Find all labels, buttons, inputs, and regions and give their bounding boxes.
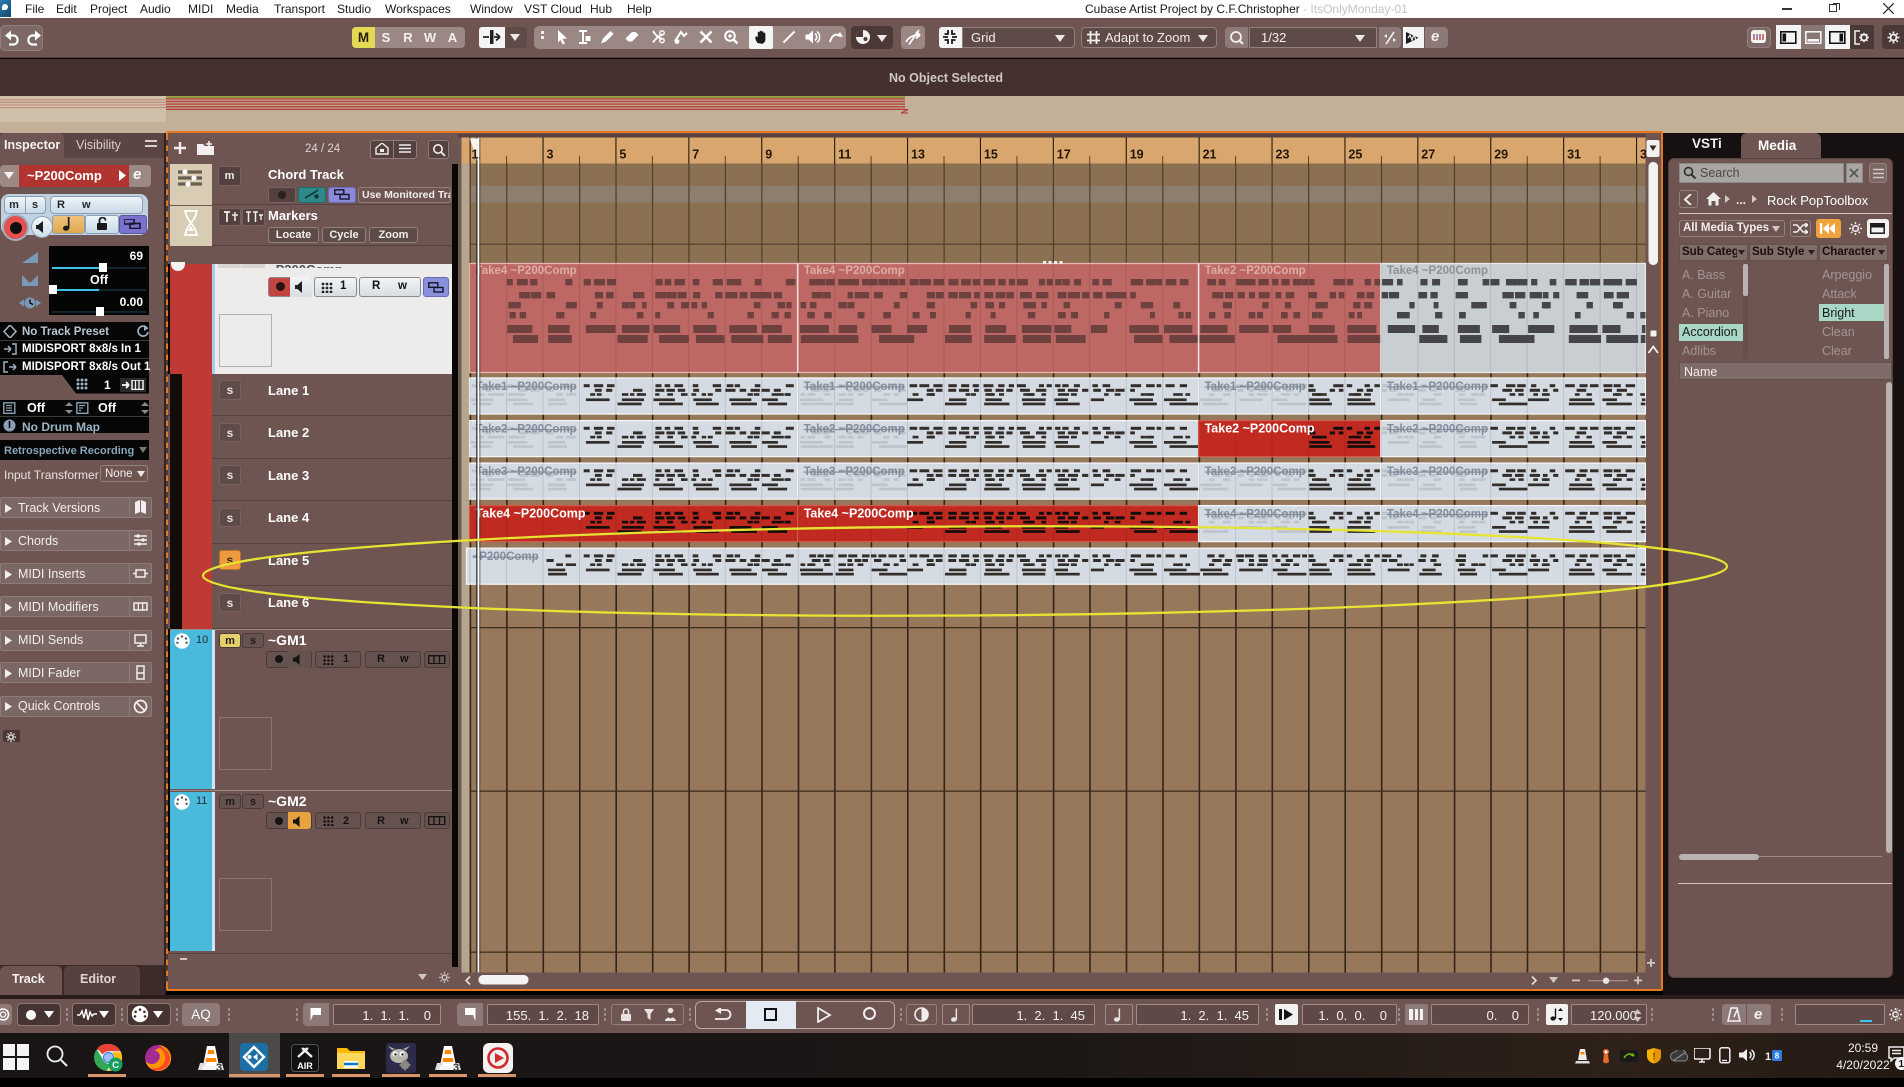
svg-text:29: 29 xyxy=(1494,148,1508,162)
svg-text:Take3 ~P200Comp: Take3 ~P200Comp xyxy=(1387,466,1488,478)
svg-text:21: 21 xyxy=(1203,148,1217,162)
svg-text:3: 3 xyxy=(453,1062,459,1072)
svg-text:17: 17 xyxy=(1057,148,1071,162)
svg-text:Take1 ~P200Comp: Take1 ~P200Comp xyxy=(1205,381,1306,393)
svg-text:1: 1 xyxy=(472,148,479,162)
svg-text:Take4 ~P200Comp: Take4 ~P200Comp xyxy=(804,265,905,277)
svg-text:Take4 ~P200Comp: Take4 ~P200Comp xyxy=(1387,265,1488,277)
svg-text:AIR: AIR xyxy=(297,1061,313,1071)
svg-text:~P200Comp: ~P200Comp xyxy=(473,551,539,563)
svg-text:Take2 ~P200Comp: Take2 ~P200Comp xyxy=(476,424,577,436)
svg-text:Take2 ~P200Comp: Take2 ~P200Comp xyxy=(1205,422,1315,436)
svg-text:1: 1 xyxy=(1765,1051,1771,1063)
svg-text:5: 5 xyxy=(619,148,626,162)
svg-text:Take1 ~P200Comp: Take1 ~P200Comp xyxy=(476,381,577,393)
svg-text:Take2 ~P200Comp: Take2 ~P200Comp xyxy=(804,424,905,436)
svg-text:23: 23 xyxy=(1276,148,1290,162)
svg-text:11: 11 xyxy=(838,148,851,162)
svg-text:Take2 ~P200Comp: Take2 ~P200Comp xyxy=(1387,424,1488,436)
svg-text:Take4 ~P200Comp: Take4 ~P200Comp xyxy=(476,265,577,277)
svg-text:Take4 ~P200Comp: Take4 ~P200Comp xyxy=(1205,509,1306,521)
svg-text:7: 7 xyxy=(692,148,699,162)
svg-text:Take1 ~P200Comp: Take1 ~P200Comp xyxy=(804,381,905,393)
svg-text:3: 3 xyxy=(547,148,554,162)
svg-text:Take3 ~P200Comp: Take3 ~P200Comp xyxy=(1205,466,1306,478)
svg-text:9: 9 xyxy=(765,148,772,162)
svg-text:15: 15 xyxy=(984,148,998,162)
svg-text:!: ! xyxy=(1652,1052,1655,1063)
svg-text:C: C xyxy=(112,1060,119,1071)
svg-text:Take3 ~P200Comp: Take3 ~P200Comp xyxy=(476,466,577,478)
svg-text:27: 27 xyxy=(1421,148,1435,162)
svg-text:Take2 ~P200Comp: Take2 ~P200Comp xyxy=(1205,265,1306,277)
svg-text:13: 13 xyxy=(911,148,925,162)
svg-text:Take4 ~P200Comp: Take4 ~P200Comp xyxy=(804,507,914,521)
svg-text:19: 19 xyxy=(1130,148,1144,162)
svg-text:8: 8 xyxy=(1775,1052,1780,1061)
svg-text:Take3 ~P200Comp: Take3 ~P200Comp xyxy=(804,466,905,478)
svg-text:Take4 ~P200Comp: Take4 ~P200Comp xyxy=(476,507,586,521)
svg-text:Take4 ~P200Comp: Take4 ~P200Comp xyxy=(1387,509,1488,521)
svg-text:3: 3 xyxy=(216,1062,222,1072)
svg-text:Take1 ~P200Comp: Take1 ~P200Comp xyxy=(1387,381,1488,393)
svg-text:25: 25 xyxy=(1348,148,1362,162)
svg-text:31: 31 xyxy=(1567,148,1581,162)
